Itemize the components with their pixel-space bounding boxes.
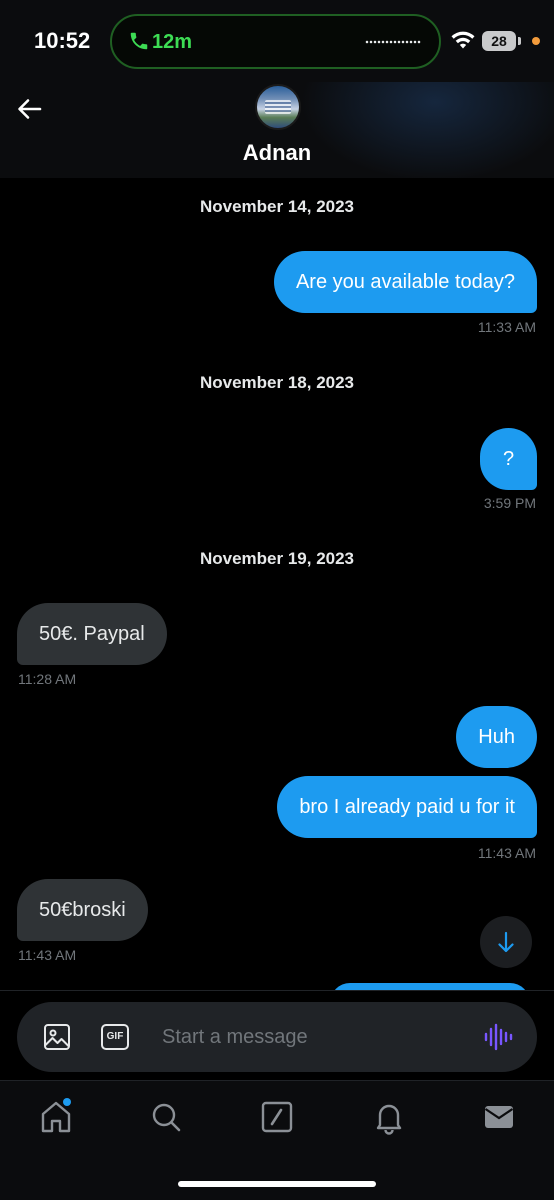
outgoing-message[interactable]: Huh bbox=[456, 706, 537, 768]
avatar[interactable] bbox=[255, 84, 301, 130]
message-timestamp: 3:59 PM bbox=[483, 495, 536, 511]
scroll-to-bottom-button[interactable] bbox=[480, 916, 532, 968]
date-separator: November 18, 2023 bbox=[199, 373, 355, 392]
privacy-indicator-dot bbox=[532, 37, 540, 45]
bottom-navigation bbox=[0, 1080, 554, 1200]
outgoing-message[interactable]: bro I already paid u for it bbox=[277, 776, 537, 838]
incoming-message[interactable]: 50€. Paypal bbox=[17, 603, 167, 665]
date-separator: November 14, 2023 bbox=[199, 197, 355, 216]
outgoing-message[interactable]: ? bbox=[480, 428, 537, 490]
wifi-icon bbox=[451, 31, 475, 49]
battery-level: 28 bbox=[491, 33, 507, 49]
home-notification-dot bbox=[63, 1098, 71, 1106]
search-icon[interactable] bbox=[148, 1099, 184, 1135]
battery-cap bbox=[518, 37, 521, 45]
messages-icon[interactable] bbox=[481, 1099, 517, 1135]
message-timestamp: 11:43 AM bbox=[18, 947, 77, 963]
notifications-icon[interactable] bbox=[371, 1099, 407, 1135]
compose-icon[interactable] bbox=[259, 1099, 295, 1135]
message-timestamp: 11:43 AM bbox=[477, 845, 536, 861]
incoming-message[interactable]: 50€broski bbox=[17, 879, 148, 941]
call-indicator-pill[interactable]: 12m bbox=[110, 14, 441, 69]
voice-waveform-icon[interactable] bbox=[483, 1022, 513, 1052]
battery-icon: 28 bbox=[482, 31, 516, 51]
outgoing-message[interactable]: Are you available today? bbox=[273, 251, 537, 313]
call-waveform bbox=[365, 40, 421, 44]
arrow-down-icon bbox=[498, 931, 514, 953]
status-bar: 10:52 12m 28 bbox=[0, 0, 554, 82]
message-composer: GIF bbox=[17, 1002, 537, 1072]
message-timestamp: 11:28 AM bbox=[18, 671, 77, 687]
image-icon[interactable] bbox=[43, 1023, 71, 1051]
composer-area: GIF bbox=[0, 990, 554, 1080]
status-time: 10:52 bbox=[34, 28, 91, 53]
conversation-header: Adnan bbox=[0, 82, 554, 178]
message-timestamp: 11:33 AM bbox=[477, 319, 536, 335]
contact-name[interactable]: Adnan bbox=[0, 140, 554, 166]
back-arrow-icon[interactable] bbox=[14, 94, 44, 124]
message-input[interactable] bbox=[162, 1002, 462, 1072]
gif-icon[interactable]: GIF bbox=[101, 1024, 129, 1050]
home-indicator[interactable] bbox=[178, 1181, 376, 1187]
call-duration: 12m bbox=[152, 31, 193, 53]
date-separator: November 19, 2023 bbox=[199, 549, 355, 568]
phone-icon bbox=[130, 32, 148, 50]
